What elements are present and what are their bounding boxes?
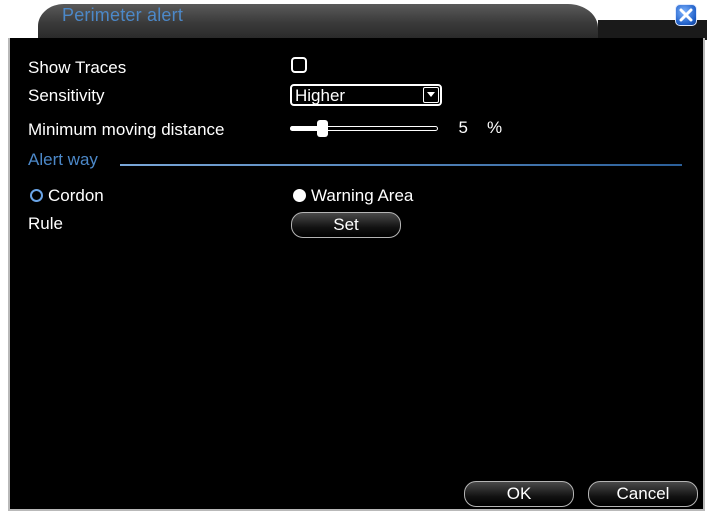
- perimeter-alert-dialog: Perimeter alert Show Traces Sensitivity …: [0, 0, 707, 519]
- warning-area-label: Warning Area: [311, 186, 414, 205]
- warning-area-radio[interactable]: [293, 189, 306, 202]
- min-distance-value: 5: [458, 118, 468, 137]
- sensitivity-value: Higher: [295, 86, 346, 105]
- title-bar: Perimeter alert: [0, 0, 707, 40]
- min-distance-label: Minimum moving distance: [28, 120, 225, 139]
- cancel-button[interactable]: Cancel: [588, 481, 698, 507]
- set-rule-button[interactable]: Set: [291, 212, 401, 238]
- rule-label: Rule: [28, 214, 63, 233]
- sensitivity-select[interactable]: Higher: [290, 84, 442, 106]
- min-distance-unit: %: [487, 118, 503, 137]
- sensitivity-label: Sensitivity: [28, 86, 105, 105]
- slider-thumb[interactable]: [317, 120, 328, 137]
- cordon-label: Cordon: [48, 186, 104, 205]
- min-distance-slider[interactable]: [290, 118, 438, 140]
- section-divider: [120, 164, 682, 166]
- cordon-radio[interactable]: [30, 189, 43, 202]
- show-traces-label: Show Traces: [28, 58, 127, 77]
- dropdown-arrow-icon: [423, 87, 439, 103]
- close-x-icon: [679, 8, 693, 22]
- close-button[interactable]: [675, 4, 697, 26]
- show-traces-checkbox[interactable]: [291, 57, 307, 73]
- dialog-content: Show Traces Sensitivity Higher Minimum m…: [8, 38, 705, 511]
- ok-button[interactable]: OK: [464, 481, 574, 507]
- alert-way-title: Alert way: [28, 150, 98, 169]
- dialog-title: Perimeter alert: [62, 5, 184, 25]
